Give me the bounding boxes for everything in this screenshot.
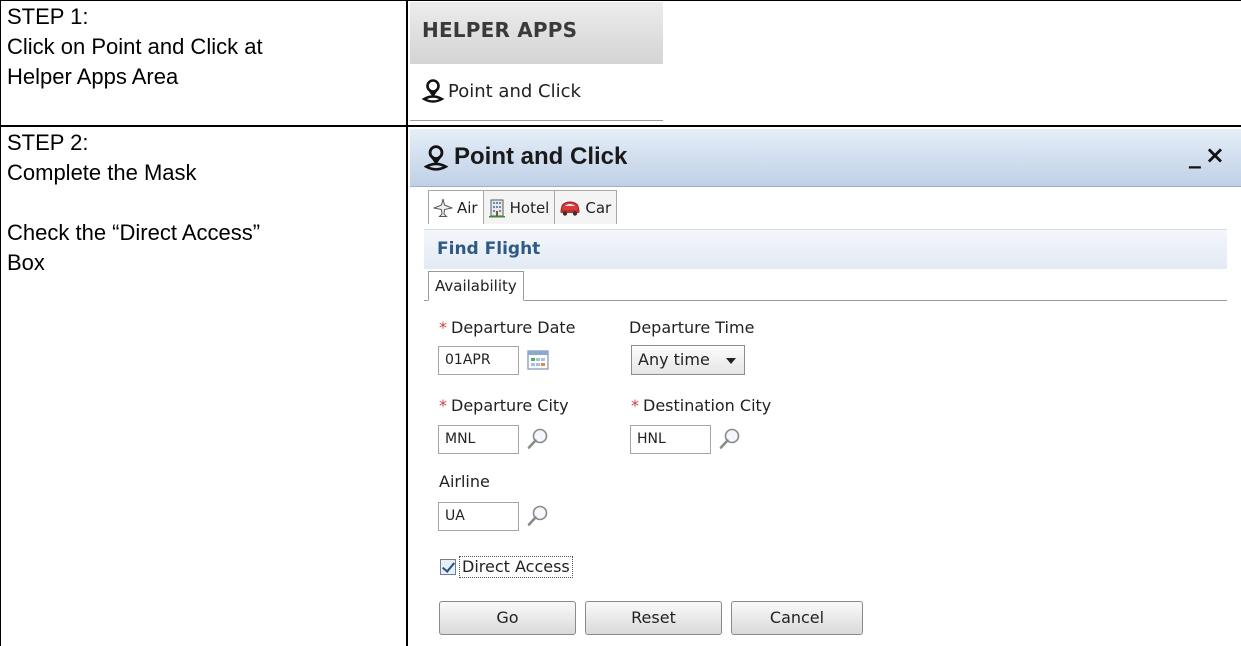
departure-time-label: Departure Time bbox=[629, 318, 755, 337]
tab-air-label: Air bbox=[457, 198, 478, 217]
cancel-button[interactable]: Cancel bbox=[731, 601, 863, 635]
tab-hotel[interactable]: Hotel bbox=[482, 190, 556, 224]
search-icon[interactable] bbox=[718, 427, 742, 456]
required-marker: * bbox=[439, 318, 447, 337]
tab-car[interactable]: Car bbox=[554, 190, 618, 224]
dialog-title-bar: Point and Click _ × bbox=[410, 129, 1241, 187]
helper-apps-title: HELPER APPS bbox=[422, 18, 578, 42]
tab-availability[interactable]: Availability bbox=[428, 271, 524, 301]
departure-time-value: Any time bbox=[638, 350, 710, 369]
departure-time-select[interactable]: Any time bbox=[631, 345, 745, 375]
helper-apps-item-label: Point and Click bbox=[448, 81, 581, 102]
step-2-line-4: Box bbox=[7, 250, 45, 275]
car-icon bbox=[559, 199, 581, 217]
dialog-window-controls: _ × bbox=[1185, 141, 1225, 169]
step-2-heading: STEP 2: bbox=[7, 130, 89, 155]
reset-button[interactable]: Reset bbox=[585, 601, 722, 635]
find-flight-section-header: Find Flight bbox=[424, 229, 1227, 269]
search-icon[interactable] bbox=[526, 504, 550, 533]
departure-date-label-text: Departure Date bbox=[451, 318, 576, 337]
table-row-divider bbox=[0, 125, 1241, 127]
airline-input[interactable]: UA bbox=[438, 502, 519, 531]
table-border-top bbox=[0, 0, 1241, 1]
step-1-line-1: Click on Point and Click at bbox=[7, 34, 263, 59]
airline-label: Airline bbox=[439, 472, 490, 491]
direct-access-label[interactable]: Direct Access bbox=[459, 556, 573, 578]
minimize-button[interactable]: _ bbox=[1189, 141, 1201, 169]
subtab-baseline bbox=[424, 300, 1227, 301]
tab-car-label: Car bbox=[585, 198, 612, 217]
table-column-divider bbox=[406, 0, 408, 646]
go-button[interactable]: Go bbox=[439, 601, 576, 635]
direct-access-checkbox[interactable] bbox=[440, 559, 456, 575]
destination-city-label-text: Destination City bbox=[643, 396, 772, 415]
search-icon[interactable] bbox=[526, 427, 550, 456]
departure-date-label: * Departure Date bbox=[439, 318, 576, 337]
dialog-tabs: Air Hotel Car bbox=[428, 190, 618, 224]
destination-city-label: * Destination City bbox=[631, 396, 771, 415]
location-pin-icon bbox=[421, 79, 445, 108]
chevron-down-icon bbox=[726, 358, 736, 364]
dialog-title: Point and Click bbox=[454, 143, 628, 170]
calendar-icon[interactable] bbox=[527, 349, 549, 376]
step-1-heading: STEP 1: bbox=[7, 4, 89, 29]
required-marker: * bbox=[439, 396, 447, 415]
airplane-icon bbox=[433, 198, 453, 218]
destination-city-input[interactable]: HNL bbox=[630, 425, 711, 454]
required-marker: * bbox=[631, 396, 639, 415]
hotel-icon bbox=[488, 198, 506, 218]
helper-apps-point-and-click-item[interactable]: Point and Click bbox=[410, 64, 663, 121]
step-2-line-1: Complete the Mask bbox=[7, 160, 197, 185]
step-2-line-3: Check the “Direct Access” bbox=[7, 220, 261, 245]
find-flight-title: Find Flight bbox=[437, 239, 541, 259]
departure-city-input[interactable]: MNL bbox=[438, 425, 519, 454]
departure-city-label-text: Departure City bbox=[451, 396, 569, 415]
close-button[interactable]: × bbox=[1205, 141, 1225, 169]
tab-hotel-label: Hotel bbox=[509, 198, 550, 217]
departure-city-label: * Departure City bbox=[439, 396, 569, 415]
table-border-left bbox=[0, 0, 1, 646]
helper-apps-header: HELPER APPS bbox=[410, 2, 663, 64]
step-1-line-2: Helper Apps Area bbox=[7, 64, 179, 89]
departure-date-input[interactable]: 01APR bbox=[438, 346, 519, 375]
location-pin-icon bbox=[423, 145, 449, 176]
tab-air[interactable]: Air bbox=[428, 190, 484, 224]
